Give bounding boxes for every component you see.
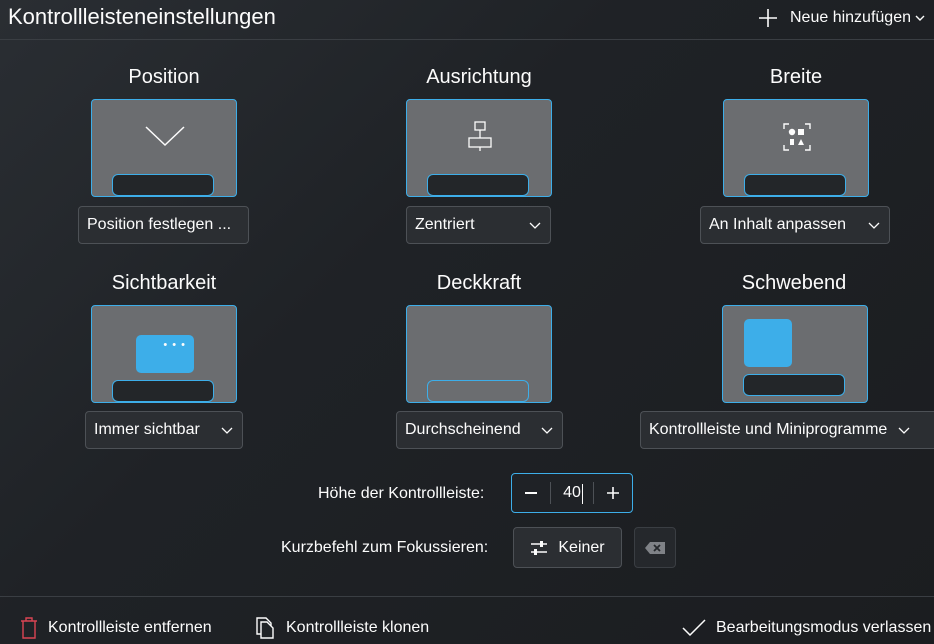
width-preview[interactable]: [723, 99, 869, 197]
increase-button[interactable]: [594, 474, 632, 512]
visibility-value: Immer sichtbar: [94, 421, 200, 438]
window-menu-dots: • • •: [163, 339, 186, 351]
clone-panel-label: Kontrollleiste klonen: [286, 619, 430, 636]
height-input[interactable]: 40: [551, 484, 593, 504]
page-title: Kontrollleisteneinstellungen: [8, 4, 276, 29]
widget-preview: [744, 319, 792, 367]
add-new-label: Neue hinzufügen: [790, 9, 911, 26]
position-preview[interactable]: [91, 99, 237, 197]
clone-panel-button[interactable]: Kontrollleiste klonen: [256, 616, 429, 640]
chevron-down-icon: [898, 427, 910, 434]
chevron-down-icon: [529, 222, 541, 229]
remove-panel-button[interactable]: Kontrollleiste entfernen: [20, 616, 212, 640]
chevron-down-icon: [221, 427, 233, 434]
opacity-value: Durchscheinend: [405, 421, 521, 438]
height-value: 40: [563, 484, 581, 501]
minus-icon: [525, 492, 537, 494]
footer: Kontrollleiste entfernen Kontrollleiste …: [0, 596, 934, 644]
floating-select[interactable]: Kontrollleiste und Miniprogramme: [640, 411, 934, 449]
floating-preview[interactable]: [722, 305, 868, 403]
text-cursor: [582, 484, 583, 504]
fit-content-icon: [783, 123, 811, 151]
shortcut-value: Keiner: [558, 538, 605, 556]
width-value: An Inhalt anpassen: [709, 216, 846, 233]
visibility-title: Sichtbarkeit: [111, 272, 217, 294]
width-select[interactable]: An Inhalt anpassen: [700, 206, 890, 244]
header: Kontrollleisteneinstellungen Neue hinzuf…: [0, 0, 934, 40]
alignment-select[interactable]: Zentriert: [406, 206, 551, 244]
height-stepper[interactable]: 40: [511, 473, 633, 513]
opacity-select[interactable]: Durchscheinend: [396, 411, 563, 449]
alignment-preview[interactable]: [406, 99, 552, 197]
shortcut-label: Kurzbefehl zum Fokussieren:: [281, 539, 489, 556]
alignment-value: Zentriert: [415, 216, 475, 233]
chevron-down-icon: [915, 15, 925, 21]
panel-bar-preview: [112, 380, 214, 402]
clone-icon: [256, 617, 274, 639]
chevron-down-icon: [868, 222, 880, 229]
add-new-button[interactable]: Neue hinzufügen: [756, 6, 925, 30]
chevron-down-icon: [541, 427, 553, 434]
opacity-preview[interactable]: [406, 305, 552, 403]
floating-title: Schwebend: [741, 272, 847, 294]
align-center-icon: [468, 121, 492, 151]
panel-bar-preview: [427, 174, 529, 196]
panel-bar-preview: [743, 374, 845, 396]
visibility-select[interactable]: Immer sichtbar: [85, 411, 243, 449]
settings-sliders-icon: [531, 540, 548, 555]
plus-icon: [759, 9, 777, 27]
exit-edit-mode-button[interactable]: Bearbeitungsmodus verlassen: [682, 616, 931, 640]
clear-shortcut-button[interactable]: [634, 527, 676, 568]
chevron-down-icon: [145, 126, 185, 147]
opacity-title: Deckkraft: [436, 272, 522, 294]
position-value: Position festlegen ...: [87, 216, 232, 233]
panel-bar-preview: [744, 174, 846, 196]
remove-panel-label: Kontrollleiste entfernen: [48, 619, 212, 636]
visibility-preview[interactable]: • • •: [91, 305, 237, 403]
floating-value: Kontrollleiste und Miniprogramme: [649, 421, 888, 438]
shortcut-button[interactable]: Keiner: [513, 527, 622, 568]
checkmark-icon: [682, 619, 706, 637]
trash-icon: [21, 617, 37, 639]
position-title: Position: [128, 66, 200, 88]
position-select[interactable]: Position festlegen ...: [78, 206, 249, 244]
panel-settings-window: Kontrollleisteneinstellungen Neue hinzuf…: [0, 0, 934, 644]
alignment-title: Ausrichtung: [426, 66, 532, 88]
width-title: Breite: [769, 66, 823, 88]
plus-icon: [607, 487, 619, 499]
decrease-button[interactable]: [512, 474, 550, 512]
panel-bar-preview: [112, 174, 214, 196]
window-preview: • • •: [136, 335, 194, 373]
exit-edit-mode-label: Bearbeitungsmodus verlassen: [716, 619, 932, 636]
height-label: Höhe der Kontrollleiste:: [318, 485, 485, 502]
backspace-icon: [645, 541, 665, 554]
panel-bar-preview: [427, 380, 529, 402]
